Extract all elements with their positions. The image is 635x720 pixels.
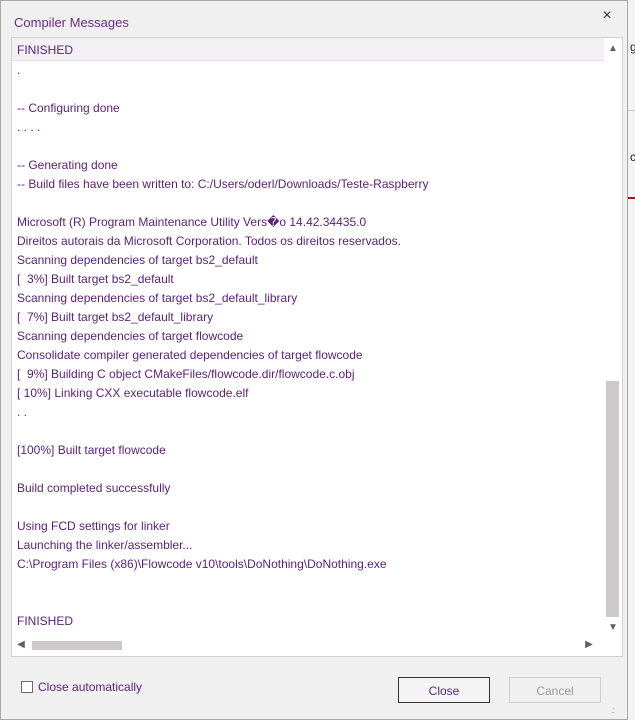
background-window: g c: [628, 0, 635, 720]
scroll-right-icon[interactable]: ▶: [580, 638, 598, 652]
log-lines: . -- Configuring done . . . . -- Generating…: [12, 61, 604, 633]
log-line: Launching the linker/assembler...: [17, 538, 193, 552]
log-line: -- Build files have been written to: C:/…: [17, 177, 429, 191]
log-line: . .: [17, 405, 28, 419]
log-line: [100%] Built target flowcode: [17, 443, 166, 457]
cancel-button[interactable]: Cancel: [509, 677, 601, 703]
close-automatically-label: Close automatically: [38, 680, 143, 694]
log-line: [ 10%] Linking CXX executable flowcode.e…: [17, 386, 249, 400]
log-line: -- Configuring done: [17, 101, 120, 115]
log-line: Build completed successfully: [17, 481, 171, 495]
horizontal-scrollbar[interactable]: ◀ ▶: [12, 636, 604, 654]
log-line: Scanning dependencies of target bs2_defa…: [17, 253, 258, 267]
close-window-icon[interactable]: ×: [595, 5, 619, 27]
background-text-fragment: g: [630, 40, 635, 54]
compiler-log-panel[interactable]: FINISHED . -- Configuring done . . . . -- G…: [11, 37, 623, 657]
log-line: [ 7%] Built target bs2_default_library: [17, 310, 214, 324]
log-line: Using FCD settings for linker: [17, 519, 170, 533]
scroll-down-icon[interactable]: ▼: [604, 621, 622, 635]
log-status-text: FINISHED: [17, 43, 74, 57]
dialog-title: Compiler Messages: [14, 15, 129, 30]
log-line: FINISHED: [17, 614, 74, 628]
log-line: [ 9%] Building C object CMakeFiles/flowc…: [17, 367, 355, 381]
log-line: Scanning dependencies of target bs2_defa…: [17, 291, 298, 305]
log-line: -- Generating done: [17, 158, 118, 172]
log-line: Scanning dependencies of target flowcode: [17, 329, 244, 343]
close-automatically-checkbox[interactable]: [21, 681, 33, 693]
close-button[interactable]: Close: [398, 677, 490, 703]
log-line: C:\Program Files (x86)\Flowcode v10\tool…: [17, 557, 387, 571]
log-line: Microsoft (R) Program Maintenance Utilit…: [17, 215, 367, 229]
log-line: Consolidate compiler generated dependenc…: [17, 348, 363, 362]
compiler-messages-dialog: Compiler Messages × FINISHED . -- Configu…: [0, 0, 628, 720]
log-status-header: FINISHED: [12, 38, 604, 61]
background-text-fragment: c: [630, 150, 635, 164]
resize-grip-icon[interactable]: .:: [611, 705, 615, 715]
horizontal-scroll-thumb[interactable]: [32, 641, 122, 650]
log-line: . . . .: [17, 120, 41, 134]
scroll-up-icon[interactable]: ▲: [604, 42, 622, 56]
scroll-left-icon[interactable]: ◀: [12, 638, 30, 652]
log-line: .: [17, 63, 21, 77]
background-divider: [628, 110, 635, 111]
vertical-scroll-thumb[interactable]: [606, 381, 619, 617]
vertical-scrollbar[interactable]: ▲ ▼: [604, 38, 622, 634]
log-line: [ 3%] Built target bs2_default: [17, 272, 174, 286]
log-line: Direitos autorais da Microsoft Corporati…: [17, 234, 401, 248]
background-accent-line: [628, 197, 635, 199]
